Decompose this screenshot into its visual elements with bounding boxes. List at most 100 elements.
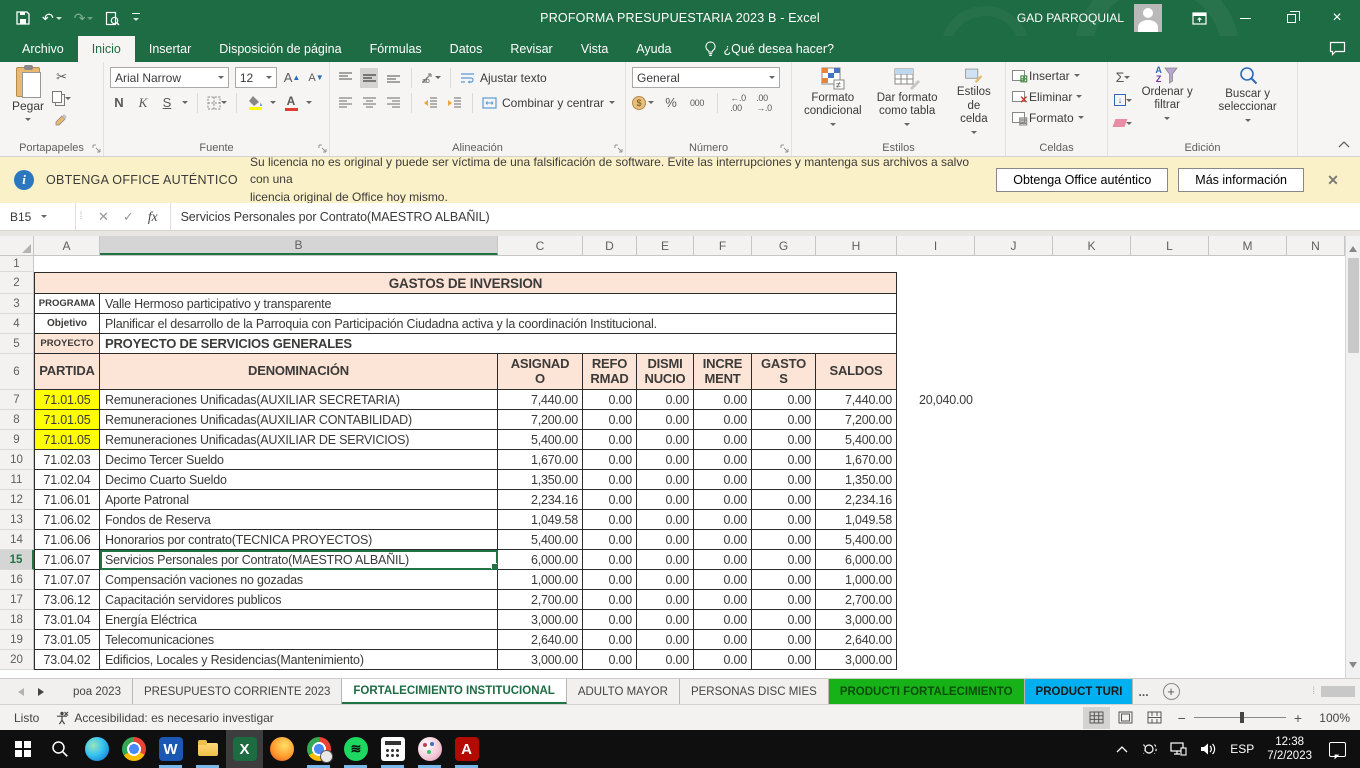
cell-C14[interactable]: 5,400.00 — [498, 530, 583, 550]
shrink-font-icon[interactable]: A▼ — [307, 68, 325, 88]
cell-B13[interactable]: Fondos de Reserva — [100, 510, 498, 530]
alignment-dialog-launcher[interactable] — [614, 144, 623, 153]
menu-tab-ayuda[interactable]: Ayuda — [622, 36, 685, 62]
sheet-tab-fortalecimiento-institucional[interactable]: FORTALECIMIENTO INSTITUCIONAL — [342, 679, 566, 704]
insert-cells-button[interactable]: ⊞Insertar — [1012, 65, 1103, 86]
cell-F10[interactable]: 0.00 — [694, 450, 752, 470]
cell-G20[interactable]: 0.00 — [752, 650, 816, 670]
cell-B19[interactable]: Telecomunicaciones — [100, 630, 498, 650]
menu-tab-vista[interactable]: Vista — [567, 36, 623, 62]
cell-B15-selected[interactable]: Servicios Personales por Contrato(MAESTR… — [100, 550, 498, 570]
comments-icon[interactable] — [1329, 41, 1346, 56]
cell-B6-header[interactable]: DENOMINACIÓN — [100, 354, 498, 390]
cell-G12[interactable]: 0.00 — [752, 490, 816, 510]
cell-A8[interactable]: 71.01.05 — [34, 410, 100, 430]
zoom-slider-thumb[interactable] — [1240, 712, 1244, 723]
zoom-out-icon[interactable]: − — [1178, 711, 1186, 725]
cell-B8[interactable]: Remuneraciones Unificadas(AUXILIAR CONTA… — [100, 410, 498, 430]
horizontal-scroll-thumb[interactable] — [1321, 686, 1355, 697]
save-icon[interactable] — [16, 11, 30, 25]
cell-F7[interactable]: 0.00 — [694, 390, 752, 410]
autosum-icon[interactable]: Σ — [1114, 67, 1132, 87]
cell-D7[interactable]: 0.00 — [583, 390, 637, 410]
taskbar-chrome-alt-icon[interactable] — [300, 730, 337, 768]
taskbar-edge-icon[interactable] — [78, 730, 115, 768]
cell-A9[interactable]: 71.01.05 — [34, 430, 100, 450]
cell-C17[interactable]: 2,700.00 — [498, 590, 583, 610]
column-header-B[interactable]: B — [100, 236, 498, 255]
cell-B18[interactable]: Energía Eléctrica — [100, 610, 498, 630]
volume-icon[interactable] — [1200, 742, 1217, 756]
underline-button[interactable]: S — [158, 93, 176, 113]
cell-D8[interactable]: 0.00 — [583, 410, 637, 430]
align-top-icon[interactable] — [336, 68, 354, 88]
comma-style-icon[interactable]: 000 — [688, 93, 706, 113]
cell-A19[interactable]: 73.01.05 — [34, 630, 100, 650]
cell-C9[interactable]: 5,400.00 — [498, 430, 583, 450]
cell-C12[interactable]: 2,234.16 — [498, 490, 583, 510]
sheet-tab-product-turi[interactable]: PRODUCT TURI — [1025, 679, 1133, 704]
cell-F8[interactable]: 0.00 — [694, 410, 752, 430]
cell-E11[interactable]: 0.00 — [637, 470, 694, 490]
taskbar-acrobat-icon[interactable]: A — [448, 730, 485, 768]
cell-E6-header[interactable]: DISMINUCIO — [637, 354, 694, 390]
cell-B9[interactable]: Remuneraciones Unificadas(AUXILIAR DE SE… — [100, 430, 498, 450]
cell-E10[interactable]: 0.00 — [637, 450, 694, 470]
cell-B16[interactable]: Compensación vaciones no gozadas — [100, 570, 498, 590]
cell-B14[interactable]: Honorarios por contrato(TECNICA PROYECTO… — [100, 530, 498, 550]
vertical-scroll-thumb[interactable] — [1348, 258, 1359, 353]
action-center-icon[interactable] — [1329, 742, 1346, 757]
cell-E15[interactable]: 0.00 — [637, 550, 694, 570]
cell-E19[interactable]: 0.00 — [637, 630, 694, 650]
cell-D17[interactable]: 0.00 — [583, 590, 637, 610]
row-header-4[interactable]: 4 — [0, 314, 34, 334]
cell-H11[interactable]: 1,350.00 — [816, 470, 897, 490]
cut-icon[interactable]: ✂ — [52, 67, 71, 87]
column-header-A[interactable]: A — [34, 236, 100, 255]
cell-E16[interactable]: 0.00 — [637, 570, 694, 590]
cell-H7[interactable]: 7,440.00 — [816, 390, 897, 410]
cell-E8[interactable]: 0.00 — [637, 410, 694, 430]
cell-F17[interactable]: 0.00 — [694, 590, 752, 610]
cell-E12[interactable]: 0.00 — [637, 490, 694, 510]
cell-F9[interactable]: 0.00 — [694, 430, 752, 450]
sheet-tab-producti-fortalecimiento[interactable]: PRODUCTI FORTALECIMIENTO — [829, 679, 1025, 704]
taskbar-spotify-icon[interactable]: ≋ — [337, 730, 374, 768]
row-header-9[interactable]: 9 — [0, 430, 34, 450]
cell-H6-header[interactable]: SALDOS — [816, 354, 897, 390]
menu-tab-disposici-n-de-p-gina[interactable]: Disposición de página — [205, 36, 355, 62]
menu-tab-revisar[interactable]: Revisar — [496, 36, 566, 62]
cell-styles-button[interactable]: Estilos de celda — [947, 65, 1001, 138]
row-header-19[interactable]: 19 — [0, 630, 34, 650]
align-middle-icon[interactable] — [360, 68, 378, 88]
cell-F20[interactable]: 0.00 — [694, 650, 752, 670]
orientation-icon[interactable]: ab — [421, 68, 441, 88]
cell-B17[interactable]: Capacitación servidores publicos — [100, 590, 498, 610]
cell-A7[interactable]: 71.01.05 — [34, 390, 100, 410]
cell-D20[interactable]: 0.00 — [583, 650, 637, 670]
sheet-tab-personas-disc-mies[interactable]: PERSONAS DISC MIES — [680, 679, 829, 704]
collapse-ribbon-icon[interactable] — [1338, 141, 1350, 148]
align-bottom-icon[interactable] — [384, 68, 402, 88]
minimize-button[interactable] — [1222, 0, 1268, 36]
cell-B7[interactable]: Remuneraciones Unificadas(AUXILIAR SECRE… — [100, 390, 498, 410]
column-header-C[interactable]: C — [498, 236, 583, 255]
cell-G14[interactable]: 0.00 — [752, 530, 816, 550]
column-header-E[interactable]: E — [637, 236, 694, 255]
cell-B4-value[interactable]: Planificar el desarrollo de la Parroquia… — [100, 314, 897, 334]
sheet-tab-adulto-mayor[interactable]: ADULTO MAYOR — [567, 679, 680, 704]
cell-G11[interactable]: 0.00 — [752, 470, 816, 490]
more-info-button[interactable]: Más información — [1178, 168, 1304, 192]
redo-icon[interactable]: ↷ — [74, 11, 94, 25]
cell-F19[interactable]: 0.00 — [694, 630, 752, 650]
font-name-combo[interactable]: Arial Narrow — [110, 67, 229, 88]
cell-D18[interactable]: 0.00 — [583, 610, 637, 630]
customize-qat-icon[interactable] — [132, 13, 140, 24]
cell-C6-header[interactable]: ASIGNADO — [498, 354, 583, 390]
cell-A4-label[interactable]: Objetivo — [34, 314, 100, 334]
cell-C15[interactable]: 6,000.00 — [498, 550, 583, 570]
align-center-icon[interactable] — [360, 93, 378, 113]
sheet-nav-right-icon[interactable] — [38, 688, 48, 696]
column-header-D[interactable]: D — [583, 236, 637, 255]
sheet-tabs-overflow[interactable]: ... — [1133, 679, 1155, 704]
